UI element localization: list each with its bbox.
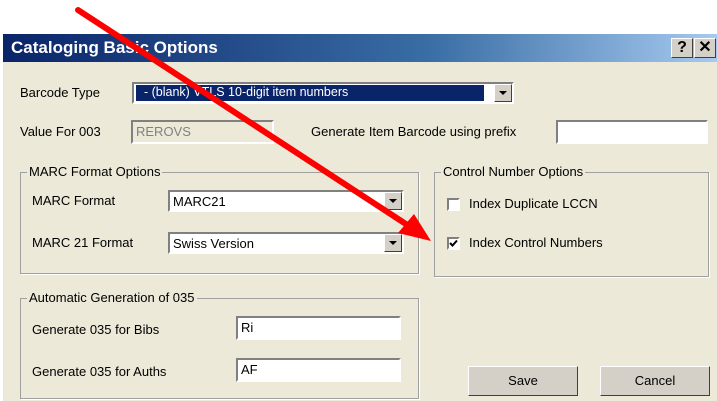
generate-035-bibs-value: Ri bbox=[241, 320, 254, 335]
marc-format-group: MARC Format Options bbox=[20, 164, 419, 274]
cancel-button[interactable]: Cancel bbox=[600, 366, 710, 396]
help-icon[interactable]: ? bbox=[671, 38, 693, 58]
generate-035-auths-label: Generate 035 for Auths bbox=[32, 364, 167, 379]
auto-035-legend: Automatic Generation of 035 bbox=[27, 290, 197, 305]
chevron-down-icon[interactable] bbox=[494, 84, 512, 102]
generate-035-auths-field[interactable]: AF bbox=[236, 358, 401, 382]
index-duplicate-lccn-checkbox[interactable] bbox=[447, 198, 460, 211]
checkmark-icon bbox=[449, 239, 458, 247]
value-003-value: REROVS bbox=[136, 124, 191, 139]
control-number-group: Control Number Options bbox=[434, 164, 709, 277]
marc21-format-value: Swiss Version bbox=[173, 236, 254, 251]
value-003-field[interactable]: REROVS bbox=[131, 120, 274, 144]
marc-format-value: MARC21 bbox=[173, 194, 226, 209]
generate-035-auths-value: AF bbox=[241, 362, 258, 377]
index-control-numbers-label[interactable]: Index Control Numbers bbox=[469, 235, 603, 250]
prefix-label: Generate Item Barcode using prefix bbox=[311, 124, 517, 139]
barcode-type-select[interactable]: - (blank) VTLS 10-digit item numbers bbox=[132, 82, 514, 104]
close-icon[interactable]: ✕ bbox=[694, 38, 716, 58]
auto-035-group: Automatic Generation of 035 bbox=[20, 290, 419, 399]
chevron-down-icon[interactable] bbox=[384, 234, 402, 252]
marc-format-legend: MARC Format Options bbox=[27, 164, 163, 179]
save-button[interactable]: Save bbox=[468, 366, 578, 396]
title-bar: Cataloging Basic Options ? ✕ bbox=[3, 34, 717, 62]
marc21-format-select[interactable]: Swiss Version bbox=[168, 232, 404, 254]
barcode-type-value: - (blank) VTLS 10-digit item numbers bbox=[136, 85, 484, 101]
barcode-type-label: Barcode Type bbox=[20, 85, 100, 100]
prefix-field[interactable] bbox=[556, 120, 708, 144]
dialog-title: Cataloging Basic Options bbox=[11, 38, 218, 57]
value-003-label: Value For 003 bbox=[20, 124, 101, 139]
index-control-numbers-checkbox[interactable] bbox=[447, 237, 460, 250]
chevron-down-icon[interactable] bbox=[384, 192, 402, 210]
marc-format-label: MARC Format bbox=[32, 193, 116, 208]
control-number-legend: Control Number Options bbox=[441, 164, 586, 179]
marc-format-select[interactable]: MARC21 bbox=[168, 190, 404, 212]
generate-035-bibs-field[interactable]: Ri bbox=[236, 316, 401, 340]
index-duplicate-lccn-label[interactable]: Index Duplicate LCCN bbox=[469, 196, 598, 211]
marc21-format-label: MARC 21 Format bbox=[32, 235, 134, 250]
generate-035-bibs-label: Generate 035 for Bibs bbox=[32, 322, 160, 337]
